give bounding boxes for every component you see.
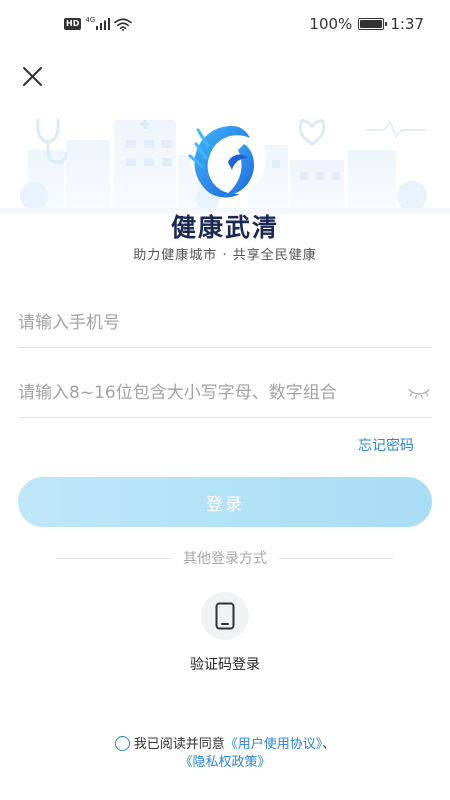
user-agreement-link[interactable]: 《用户使用协议》 xyxy=(225,737,323,752)
agreement-separator: 、 xyxy=(322,737,336,752)
sms-login-button[interactable]: 验证码登录 xyxy=(175,592,275,674)
phone-field xyxy=(18,298,432,348)
close-button[interactable] xyxy=(18,62,48,92)
login-button[interactable]: 登录 xyxy=(18,477,432,527)
app-slogan: 助力健康城市 · 共享全民健康 xyxy=(133,248,317,263)
privacy-policy-link[interactable]: 《隐私权政策》 xyxy=(179,755,270,770)
network-label: 4G xyxy=(85,16,96,24)
phone-input[interactable] xyxy=(18,312,432,333)
app-logo xyxy=(188,122,266,198)
phone-icon xyxy=(215,602,235,630)
agreement: 我已阅读并同意《用户使用协议》、 《隐私权政策》 xyxy=(40,736,410,772)
forgot-password-link[interactable]: 忘记密码 xyxy=(358,435,414,455)
status-left: HD 4G xyxy=(64,16,133,32)
battery-fill xyxy=(360,20,383,28)
sms-login-icon-circle xyxy=(201,592,249,640)
agreement-prefix: 我已阅读并同意 xyxy=(133,737,225,752)
app-title: 健康武清 xyxy=(170,213,279,242)
close-icon xyxy=(23,67,42,86)
password-input[interactable] xyxy=(18,382,432,403)
eye-closed-icon[interactable] xyxy=(408,386,430,400)
battery-percent: 100% xyxy=(309,15,353,33)
sms-login-label: 验证码登录 xyxy=(190,657,260,673)
status-right: 100% 1:37 xyxy=(309,15,424,33)
password-field xyxy=(18,368,432,418)
clock: 1:37 xyxy=(390,15,424,33)
cellular-signal-icon xyxy=(96,18,111,30)
divider-line-right xyxy=(279,557,394,559)
other-login-label: 其他登录方式 xyxy=(183,551,267,567)
status-bar: HD 4G 100% 1:37 xyxy=(0,0,450,50)
agreement-checkbox[interactable] xyxy=(114,736,130,751)
other-login-divider: 其他登录方式 xyxy=(56,548,394,568)
battery-icon xyxy=(358,18,388,30)
wifi-icon xyxy=(114,17,133,31)
pulse-line xyxy=(366,120,426,138)
heart-icon xyxy=(298,119,326,146)
hd-badge: HD xyxy=(64,18,82,30)
divider-line-left xyxy=(56,557,171,559)
